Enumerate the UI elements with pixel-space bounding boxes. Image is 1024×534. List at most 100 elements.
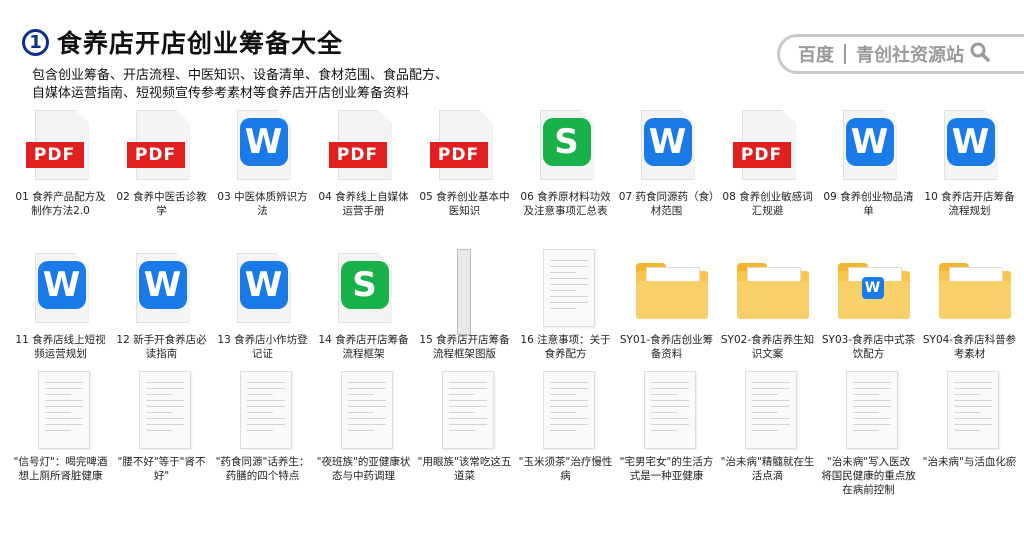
file-item[interactable]: PDF 02 食养中医舌诊教学 — [111, 106, 212, 218]
word-badge: W — [946, 118, 995, 166]
file-row: "信号灯"：喝完啤酒想上厕所肾脏健康 "腰不好"等于"肾不好" "药食同源"话养生：… — [10, 371, 1020, 497]
file-name: "夜班族"的亚健康状态与中药调理 — [316, 456, 411, 482]
pdf-badge: PDF — [25, 142, 84, 168]
file-name: 15 食养店开店筹备流程框架图版 — [419, 334, 510, 360]
file-name: "玉米须茶"治疗慢性病 — [518, 456, 613, 482]
document-file-icon — [127, 371, 197, 451]
word-file-icon: W — [228, 106, 298, 186]
pdf-file-icon: PDF — [126, 106, 197, 186]
file-item[interactable]: "药食同源"话养生：药膳的四个特点 — [212, 371, 313, 497]
file-name: 04 食养线上自媒体运营手册 — [318, 191, 409, 217]
document-file-icon — [834, 371, 904, 451]
file-name: 12 新手开食养店必读指南 — [116, 334, 207, 360]
file-name: 09 食养创业物品清单 — [823, 191, 914, 217]
file-item[interactable]: "腰不好"等于"肾不好" — [111, 371, 212, 497]
word-file-icon: W — [26, 249, 96, 329]
file-item[interactable]: SY02-食养店养生知识文案 — [717, 249, 818, 361]
file-item[interactable]: S 14 食养店开店筹备流程框架 — [313, 249, 414, 361]
document-file-icon — [935, 371, 1005, 451]
description-line: 包含创业筹备、开店流程、中医知识、设备清单、食材范围、食品配方、 — [32, 68, 449, 83]
pdf-badge: PDF — [732, 142, 791, 168]
file-name: 01 食养产品配方及制作方法2.0 — [15, 191, 106, 217]
folder-icon — [632, 249, 708, 329]
word-badge: W — [239, 261, 288, 309]
folder-icon: W — [834, 249, 910, 329]
page-header: 1 食养店开店创业筹备大全 — [22, 24, 343, 60]
description-line: 自媒体运营指南、短视频宣传参考素材等食养店开店创业筹备资料 — [32, 86, 410, 101]
page-title: 食养店开店创业筹备大全 — [57, 29, 344, 58]
sheet-badge: S — [542, 118, 591, 166]
word-badge: W — [37, 261, 86, 309]
file-item[interactable]: SY04-食养店科普参考素材 — [919, 249, 1020, 361]
file-item[interactable]: W 10 食养店开店筹备流程规划 — [919, 106, 1020, 218]
document-file-icon — [733, 371, 803, 451]
word-file-icon: W — [632, 106, 702, 186]
file-item[interactable]: S 06 食养原材料功效及注意事项汇总表 — [515, 106, 616, 218]
file-item[interactable]: 15 食养店开店筹备流程框架图版 — [414, 249, 515, 361]
file-name: 07 药食同源药（食）材范围 — [618, 191, 715, 217]
divider — [844, 44, 846, 64]
file-name: SY04-食养店科普参考素材 — [922, 334, 1017, 360]
file-name: SY01-食养店创业筹备资料 — [619, 334, 714, 360]
sheet-badge: S — [340, 261, 389, 309]
file-item[interactable]: PDF 08 食养创业敏感词汇规避 — [717, 106, 818, 218]
document-file-icon — [26, 371, 96, 451]
pdf-file-icon: PDF — [429, 106, 500, 186]
file-item[interactable]: 16 注意事项：关于食养配方 — [515, 249, 616, 361]
file-item[interactable]: "治未病"写入医改 将国民健康的重点放在病前控制 — [818, 371, 919, 497]
file-name: 05 食养创业基本中医知识 — [419, 191, 510, 217]
file-item[interactable]: PDF 01 食养产品配方及制作方法2.0 — [10, 106, 111, 218]
file-name: 11 食养店线上短视频运营规划 — [15, 334, 106, 360]
file-item[interactable]: W 03 中医体质辨识方法 — [212, 106, 313, 218]
file-item[interactable]: "用眼族"该常吃这五道菜 — [414, 371, 515, 497]
pdf-file-icon: PDF — [328, 106, 399, 186]
file-item[interactable]: W 13 食养店小作坊登记证 — [212, 249, 313, 361]
number-badge: 1 — [22, 28, 49, 56]
file-name: 06 食养原材料功效及注意事项汇总表 — [520, 191, 611, 217]
word-badge: W — [861, 277, 884, 299]
word-file-icon: W — [127, 249, 197, 329]
word-file-icon: W — [935, 106, 1005, 186]
pdf-file-icon: PDF — [25, 106, 96, 186]
document-file-icon — [430, 371, 500, 451]
page-description: 包含创业筹备、开店流程、中医知识、设备清单、食材范围、食品配方、 自媒体运营指南… — [32, 67, 492, 103]
file-name: 03 中医体质辨识方法 — [217, 191, 308, 217]
file-item[interactable]: W 07 药食同源药（食）材范围 — [616, 106, 717, 218]
word-badge: W — [643, 118, 692, 166]
file-item[interactable]: W 09 食养创业物品清单 — [818, 106, 919, 218]
file-item[interactable]: "治未病"与活血化瘀 — [919, 371, 1020, 497]
search-box[interactable]: 百度 青创社资源站 — [777, 34, 1024, 74]
search-engine-label: 百度 — [798, 45, 834, 66]
folder-icon — [733, 249, 809, 329]
file-item[interactable]: SY01-食养店创业筹备资料 — [616, 249, 717, 361]
file-item[interactable]: "治未病"精髓就在生活点滴 — [717, 371, 818, 497]
pdf-badge: PDF — [126, 142, 185, 168]
file-name: "宅男宅女"的生活方式是一种亚健康 — [619, 456, 714, 482]
file-name: "药食同源"话养生：药膳的四个特点 — [215, 456, 310, 482]
file-name: 10 食养店开店筹备流程规划 — [924, 191, 1015, 217]
document-file-icon — [531, 371, 601, 451]
search-site-label: 青创社资源站 — [856, 45, 964, 66]
document-file-icon — [632, 371, 702, 451]
file-name: "腰不好"等于"肾不好" — [117, 456, 206, 482]
search-icon[interactable] — [970, 42, 990, 67]
file-item[interactable]: "夜班族"的亚健康状态与中药调理 — [313, 371, 414, 497]
word-badge: W — [138, 261, 187, 309]
file-item[interactable]: W 12 新手开食养店必读指南 — [111, 249, 212, 361]
file-name: SY02-食养店养生知识文案 — [720, 334, 815, 360]
word-file-icon: W — [834, 106, 904, 186]
file-item[interactable]: "信号灯"：喝完啤酒想上厕所肾脏健康 — [10, 371, 111, 497]
file-name: 08 食养创业敏感词汇规避 — [722, 191, 813, 217]
file-name: "治未病"与活血化瘀 — [922, 456, 1017, 468]
file-item[interactable]: PDF 05 食养创业基本中医知识 — [414, 106, 515, 218]
pdf-file-icon: PDF — [732, 106, 803, 186]
file-item[interactable]: "玉米须茶"治疗慢性病 — [515, 371, 616, 497]
file-item[interactable]: "宅男宅女"的生活方式是一种亚健康 — [616, 371, 717, 497]
file-item[interactable]: W SY03-食养店中式茶饮配方 — [818, 249, 919, 361]
file-name: 14 食养店开店筹备流程框架 — [318, 334, 409, 360]
document-file-icon — [329, 371, 399, 451]
file-item[interactable]: W 11 食养店线上短视频运营规划 — [10, 249, 111, 361]
spreadsheet-file-icon: S — [531, 106, 601, 186]
file-item[interactable]: PDF 04 食养线上自媒体运营手册 — [313, 106, 414, 218]
image-file-icon — [430, 249, 500, 335]
